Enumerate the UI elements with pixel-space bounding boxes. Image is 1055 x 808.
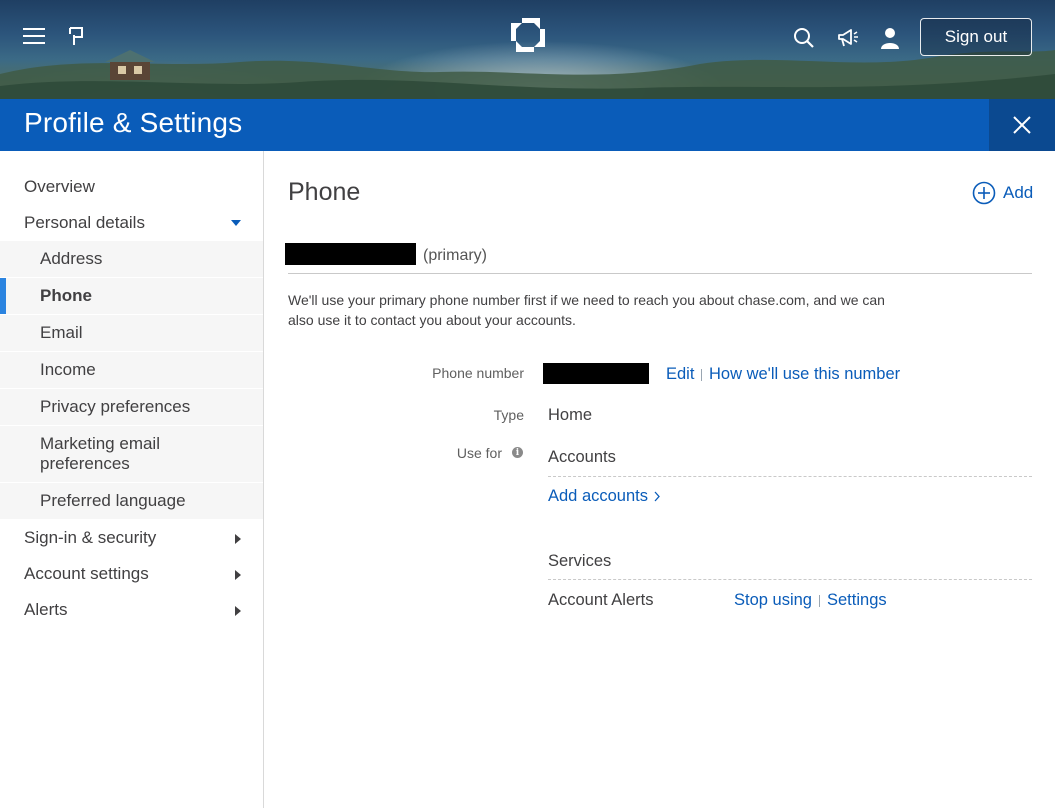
sidebar-item-account-settings[interactable]: Account settings — [0, 556, 263, 592]
sidebar-item-marketing-email-preferences[interactable]: Marketing email preferences — [0, 426, 263, 483]
sidebar-item-label: Address — [40, 249, 103, 268]
dashed-divider — [548, 579, 1032, 580]
sidebar-item-label: Privacy preferences — [40, 397, 191, 416]
top-header: Sign out — [0, 0, 1055, 99]
sidebar-item-preferred-language[interactable]: Preferred language — [0, 483, 263, 520]
sidebar-item-label: Alerts — [24, 600, 68, 619]
account-alerts-value: Account Alerts — [548, 591, 654, 609]
title-bar: Profile & Settings — [0, 99, 1055, 151]
sidebar-item-sign-in-security[interactable]: Sign-in & security — [0, 520, 263, 556]
personal-details-subnav: Address Phone Email Income Privacy prefe… — [0, 241, 263, 520]
cabin-image — [105, 50, 155, 80]
add-accounts-label: Add accounts — [548, 487, 648, 505]
redacted-primary-phone — [285, 243, 416, 265]
settings-link[interactable]: Settings — [827, 591, 887, 610]
search-icon[interactable] — [791, 25, 817, 51]
type-value: Home — [548, 406, 593, 424]
sidebar-item-overview[interactable]: Overview — [0, 169, 263, 205]
sidebar: Overview Personal details Address Phone … — [0, 151, 264, 808]
caret-down-icon — [231, 220, 241, 226]
sidebar-item-privacy-preferences[interactable]: Privacy preferences — [0, 389, 263, 426]
phone-description: We'll use your primary phone number firs… — [288, 292, 885, 328]
page-title: Profile & Settings — [24, 107, 243, 138]
caret-right-icon — [235, 606, 241, 616]
sidebar-item-label: Personal details — [24, 213, 145, 232]
sidebar-item-income[interactable]: Income — [0, 352, 263, 389]
chevron-right-icon — [654, 491, 660, 502]
stop-using-link[interactable]: Stop using — [734, 591, 812, 610]
edit-link[interactable]: Edit — [666, 365, 694, 384]
link-separator — [819, 595, 820, 607]
how-we-use-number-link[interactable]: How we'll use this number — [709, 365, 900, 384]
sidebar-item-label: Sign-in & security — [24, 528, 157, 547]
link-separator — [701, 369, 702, 381]
sidebar-item-label: Overview — [24, 177, 95, 196]
caret-right-icon — [235, 570, 241, 580]
plus-circle-icon — [972, 181, 996, 205]
add-accounts-link[interactable]: Add accounts — [548, 487, 660, 506]
sidebar-item-label: Preferred language — [40, 491, 186, 510]
flag-icon[interactable] — [65, 24, 87, 48]
close-button[interactable] — [989, 99, 1055, 151]
accounts-value: Accounts — [548, 448, 616, 466]
divider — [288, 273, 1032, 274]
services-value: Services — [548, 552, 612, 570]
info-icon[interactable]: i — [512, 447, 523, 458]
sidebar-item-label: Income — [40, 360, 96, 379]
close-icon — [1013, 116, 1031, 134]
chase-logo-icon[interactable] — [509, 16, 547, 54]
sidebar-item-label: Phone — [40, 286, 92, 305]
main-content: Phone Add (primary) We'll use your prima… — [264, 151, 1055, 808]
user-icon[interactable] — [878, 25, 902, 51]
sidebar-item-alerts[interactable]: Alerts — [0, 592, 263, 628]
add-phone-button[interactable]: Add — [972, 181, 1033, 205]
sign-out-button[interactable]: Sign out — [920, 18, 1032, 56]
sidebar-item-phone[interactable]: Phone — [0, 278, 263, 315]
sidebar-item-label: Account settings — [24, 564, 149, 583]
type-label: Type — [493, 407, 524, 423]
dashed-divider — [548, 476, 1032, 477]
add-label: Add — [1003, 183, 1034, 202]
primary-tag: (primary) — [423, 247, 487, 264]
menu-icon[interactable] — [22, 24, 46, 48]
section-heading: Phone — [288, 178, 361, 206]
megaphone-icon[interactable] — [835, 25, 861, 51]
use-for-label: Use for — [456, 445, 502, 461]
caret-right-icon — [235, 534, 241, 544]
sidebar-item-label: Marketing email preferences — [40, 434, 160, 473]
phone-number-label: Phone number — [432, 365, 524, 381]
redacted-phone-number — [543, 363, 649, 384]
sidebar-item-personal-details[interactable]: Personal details — [0, 205, 263, 241]
sidebar-item-label: Email — [40, 323, 83, 342]
sidebar-item-address[interactable]: Address — [0, 241, 263, 278]
sidebar-item-email[interactable]: Email — [0, 315, 263, 352]
